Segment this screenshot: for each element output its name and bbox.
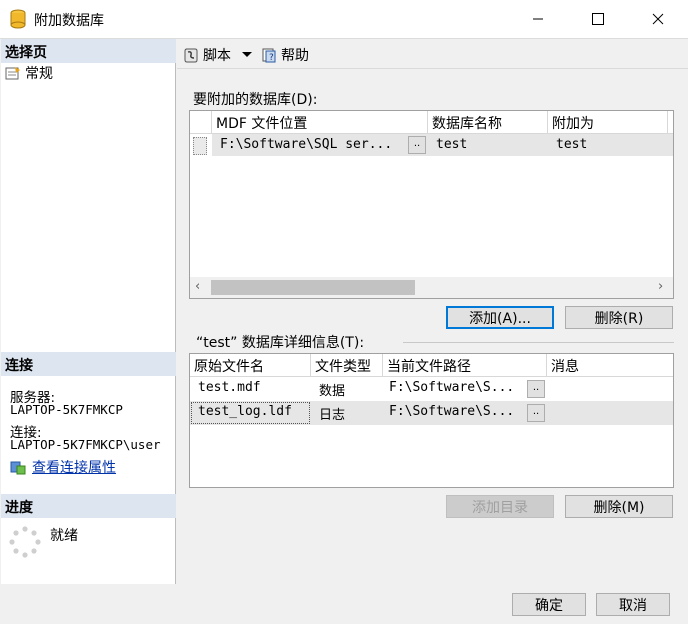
progress-header: 进度 (1, 494, 176, 518)
view-connection-properties-label: 查看连接属性 (32, 460, 116, 476)
database-name-cell[interactable]: test (436, 137, 467, 152)
select-page-header: 选择页 (1, 39, 176, 63)
left-panel: 选择页 常规 连接 服务器: LAPTOP-5K7FMKCP 连接: LAPTO… (1, 39, 176, 584)
close-icon (652, 13, 664, 25)
help-label: 帮助 (281, 48, 309, 64)
help-icon: ? (262, 48, 276, 63)
mdf-location-cell[interactable]: F:\Software\SQL ser... (220, 137, 392, 152)
connection-header: 连接 (1, 352, 176, 376)
browse-path-button[interactable]: .. (527, 380, 545, 398)
section-divider (403, 342, 674, 343)
databases-to-attach-grid: MDF 文件位置 数据库名称 附加为 F:\Software\SQL ser..… (189, 110, 674, 299)
minimize-icon (533, 18, 543, 20)
maximize-icon (592, 13, 604, 25)
file-name-cell: test.mdf (198, 380, 261, 395)
column-extra[interactable] (668, 111, 673, 134)
grid-row-header (190, 111, 212, 134)
column-mdf-location[interactable]: MDF 文件位置 (212, 111, 428, 134)
close-button[interactable] (635, 0, 681, 38)
attach-as-cell[interactable]: test (556, 137, 587, 152)
remove-file-button[interactable]: 删除(M) (565, 495, 673, 518)
remove-database-button[interactable]: 删除(R) (565, 306, 673, 329)
horizontal-scrollbar[interactable]: ‹ › (190, 277, 673, 298)
column-file-type[interactable]: 文件类型 (311, 354, 383, 377)
page-item-general[interactable]: 常规 (5, 64, 53, 82)
column-original-file-name[interactable]: 原始文件名 (190, 354, 311, 377)
script-icon (184, 48, 198, 63)
table-row[interactable]: test.mdf 数据 F:\Software\S... .. (190, 377, 673, 401)
current-path-cell: F:\Software\S... (389, 380, 515, 395)
connection-value: LAPTOP-5K7FMKCP\user (10, 437, 161, 452)
current-path-cell: F:\Software\S... (389, 404, 515, 419)
script-button[interactable]: 脚本 (183, 45, 253, 65)
add-database-button[interactable]: 添加(A)... (446, 306, 554, 329)
scroll-right-icon[interactable]: › (658, 279, 663, 294)
minimize-button[interactable] (515, 0, 561, 38)
maximize-button[interactable] (575, 0, 621, 38)
server-value: LAPTOP-5K7FMKCP (10, 402, 123, 417)
scroll-left-icon[interactable]: ‹ (195, 279, 200, 294)
browse-path-button[interactable]: .. (527, 404, 545, 422)
connection-properties-icon (10, 461, 26, 475)
column-attach-as[interactable]: 附加为 (548, 111, 668, 134)
progress-spinner-icon (9, 526, 41, 558)
general-page-icon (5, 67, 20, 80)
row-selector[interactable] (193, 137, 207, 155)
progress-status: 就绪 (50, 528, 78, 544)
database-details-grid: 原始文件名 文件类型 当前文件路径 消息 test.mdf 数据 F:\Soft… (189, 353, 674, 488)
add-catalog-button[interactable]: 添加目录 (446, 495, 554, 518)
help-button[interactable]: ? 帮助 (261, 45, 309, 65)
scrollbar-thumb[interactable] (211, 280, 415, 295)
chevron-down-icon (242, 52, 252, 57)
toolbar: 脚本 ? 帮助 (177, 39, 688, 69)
script-label: 脚本 (203, 48, 231, 64)
page-item-label: 常规 (25, 66, 53, 82)
title-bar: 附加数据库 (0, 0, 688, 38)
file-type-cell: 数据 (319, 384, 346, 399)
browse-mdf-button[interactable]: .. (408, 136, 426, 154)
database-details-label: “test” 数据库详细信息(T): (196, 335, 365, 351)
cancel-button[interactable]: 取消 (596, 593, 670, 616)
window-title: 附加数据库 (34, 13, 104, 29)
ok-button[interactable]: 确定 (512, 593, 586, 616)
table-row[interactable]: test_log.ldf 日志 F:\Software\S... .. (190, 401, 673, 425)
file-type-cell: 日志 (319, 408, 346, 423)
view-connection-properties-link[interactable]: 查看连接属性 (10, 457, 116, 477)
column-message[interactable]: 消息 (547, 354, 673, 377)
column-database-name[interactable]: 数据库名称 (428, 111, 548, 134)
svg-text:?: ? (269, 53, 274, 63)
database-app-icon (10, 9, 26, 29)
column-current-file-path[interactable]: 当前文件路径 (383, 354, 547, 377)
file-name-cell: test_log.ldf (198, 404, 292, 419)
databases-to-attach-label: 要附加的数据库(D): (193, 92, 318, 108)
